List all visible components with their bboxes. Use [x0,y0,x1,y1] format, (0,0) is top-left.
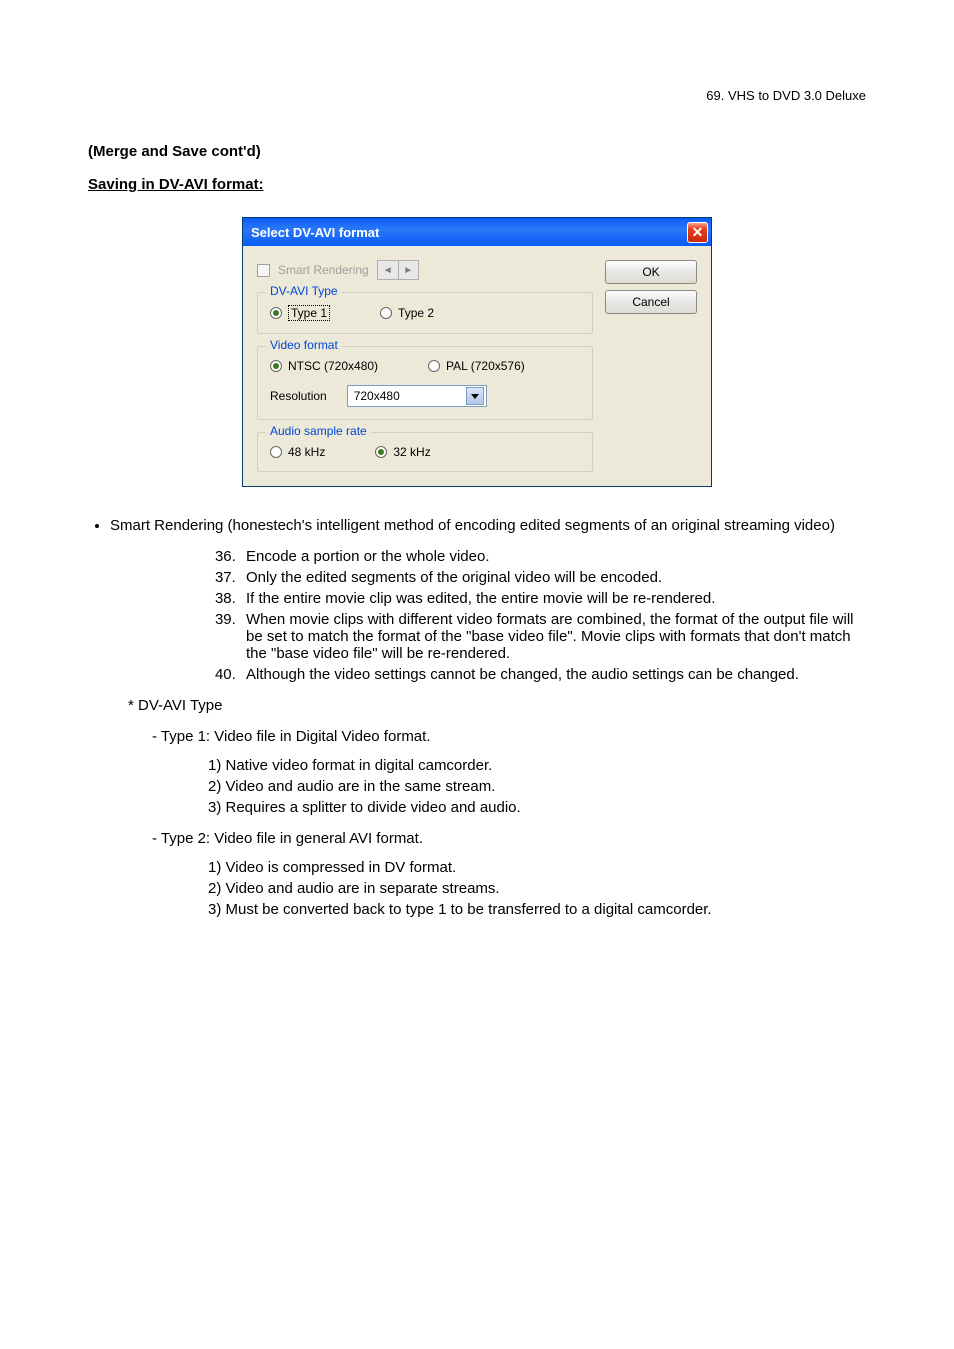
ok-button[interactable]: OK [605,260,697,284]
resolution-value: 720x480 [354,389,400,403]
list-item-40: Although the video settings cannot be ch… [240,666,866,683]
radio-type2[interactable]: Type 2 [380,306,434,320]
radio-32khz-label: 32 kHz [393,445,430,459]
audio-rate-group: Audio sample rate 48 kHz 32 kHz [257,432,593,472]
close-button[interactable]: ✕ [687,222,708,243]
audio-rate-legend: Audio sample rate [266,424,371,438]
chevron-right-icon: ► [398,261,418,279]
resolution-label: Resolution [270,389,327,403]
dvavi-type-legend: DV-AVI Type [266,284,342,298]
radio-icon [375,446,387,458]
list-item-39: When movie clips with different video fo… [240,611,866,662]
dvavi-type-heading: * DV-AVI Type [128,697,866,714]
dialog-titlebar: Select DV-AVI format ✕ [243,218,711,246]
dialog-title: Select DV-AVI format [251,225,379,240]
smart-rendering-label: Smart Rendering [278,263,369,277]
radio-48khz-label: 48 kHz [288,445,325,459]
radio-icon [270,307,282,319]
radio-type1[interactable]: Type 1 [270,305,330,321]
dvavi-type-group: DV-AVI Type Type 1 Type 2 [257,292,593,334]
section-title: (Merge and Save cont'd) [88,143,866,160]
cancel-button[interactable]: Cancel [605,290,697,314]
list-item-36: Encode a portion or the whole video. [240,548,866,565]
radio-ntsc[interactable]: NTSC (720x480) [270,359,378,373]
video-format-legend: Video format [266,338,342,352]
radio-icon [380,307,392,319]
list-item-37: Only the edited segments of the original… [240,569,866,586]
type2-line3: 3) Must be converted back to type 1 to b… [208,901,866,918]
type2-header: - Type 2: Video file in general AVI form… [152,830,866,847]
chevron-left-icon: ◄ [378,261,398,279]
radio-icon [428,360,440,372]
smart-rendering-checkbox [257,264,270,277]
radio-ntsc-label: NTSC (720x480) [288,359,378,373]
chevron-down-icon [466,387,484,405]
radio-32khz[interactable]: 32 kHz [375,445,430,459]
subsection-title: Saving in DV-AVI format: [88,176,866,193]
radio-icon [270,446,282,458]
resolution-select[interactable]: 720x480 [347,385,487,407]
type1-line3: 3) Requires a splitter to divide video a… [208,799,866,816]
smart-rendering-nav: ◄ ► [377,260,419,280]
radio-pal[interactable]: PAL (720x576) [428,359,525,373]
radio-pal-label: PAL (720x576) [446,359,525,373]
close-icon: ✕ [692,224,704,241]
dvavi-dialog: Select DV-AVI format ✕ Smart Rendering ◄… [242,217,712,487]
radio-icon [270,360,282,372]
type2-line1: 1) Video is compressed in DV format. [208,859,866,876]
type1-line1: 1) Native video format in digital camcor… [208,757,866,774]
video-format-group: Video format NTSC (720x480) PAL (720x576… [257,346,593,420]
radio-type2-label: Type 2 [398,306,434,320]
type2-line2: 2) Video and audio are in separate strea… [208,880,866,897]
type1-line2: 2) Video and audio are in the same strea… [208,778,866,795]
type1-header: - Type 1: Video file in Digital Video fo… [152,728,866,745]
bullet-smart-rendering: Smart Rendering (honestech's intelligent… [110,517,866,534]
page-header: 69. VHS to DVD 3.0 Deluxe [88,88,866,103]
list-item-38: If the entire movie clip was edited, the… [240,590,866,607]
radio-48khz[interactable]: 48 kHz [270,445,325,459]
radio-type1-label: Type 1 [288,305,330,321]
